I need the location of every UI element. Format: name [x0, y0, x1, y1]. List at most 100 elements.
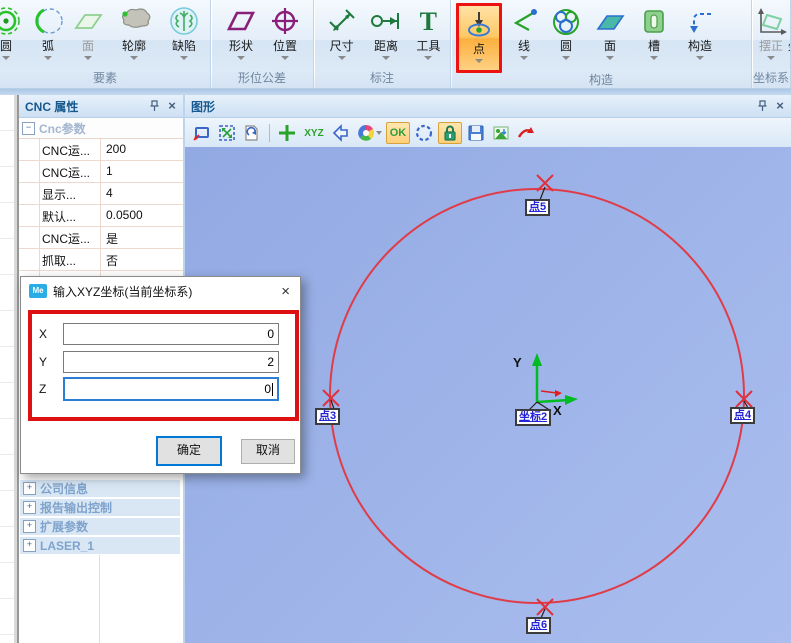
ribbon-button-defect[interactable]: 缺陷 [160, 3, 208, 69]
ribbon-button-slot[interactable]: 槽 [632, 3, 676, 69]
dialog-titlebar[interactable]: Me 输入XYZ坐标(当前坐标系) × [21, 277, 300, 305]
text-cursor [272, 383, 273, 396]
section-row[interactable]: + LASER_1 [20, 537, 180, 554]
scene-icon[interactable] [490, 122, 512, 144]
pin-icon[interactable] [757, 99, 769, 113]
property-row[interactable]: 默认... 0.0500 [19, 205, 183, 227]
section-row[interactable]: + 扩展参数 [20, 518, 180, 535]
x-input[interactable]: 0 [63, 323, 279, 345]
y-input[interactable]: 2 [63, 351, 279, 373]
ribbon-button-shape-tolerance[interactable]: 形状 [219, 3, 263, 69]
ribbon-button-circle[interactable]: 圆 [0, 3, 28, 69]
select-arrow-icon[interactable] [330, 122, 352, 144]
ribbon-button-label: 面 [82, 39, 94, 53]
property-row[interactable]: 抓取... 否 [19, 249, 183, 271]
toolbar-separator [269, 124, 270, 142]
ribbon-button-point[interactable]: 点 [459, 6, 499, 70]
y-field-label: Y [39, 355, 63, 369]
ribbon-button-label: 距离 [374, 39, 398, 53]
ribbon-group-annotation: 尺寸 距离 T 工具 标注 [314, 0, 451, 88]
circle-select-icon[interactable] [413, 122, 435, 144]
redo-icon[interactable] [515, 122, 537, 144]
cnc-empty-area [19, 555, 181, 643]
property-row[interactable]: 显示... 4 [19, 183, 183, 205]
ribbon-button-align[interactable]: 摆正 [754, 3, 788, 69]
ribbon-button-dimension[interactable]: 尺寸 [320, 3, 363, 69]
property-value[interactable]: 4 [101, 183, 183, 204]
property-row[interactable]: CNC运... 是 [19, 227, 183, 249]
cnc-panel-titlebar: CNC 属性 × [19, 95, 183, 118]
section-row[interactable]: + 报告输出控制 [20, 499, 180, 516]
zoom-window-icon[interactable] [191, 122, 213, 144]
property-value[interactable]: 否 [101, 249, 183, 270]
ribbon-button-label: 轮廓 [122, 39, 146, 53]
xyz-icon[interactable]: XYZ [301, 122, 327, 144]
ribbon-button-profile[interactable]: 轮廓 [108, 3, 160, 69]
property-value[interactable]: 是 [101, 227, 183, 248]
chevron-down-icon [237, 56, 245, 60]
column-divider [99, 555, 100, 643]
cnc-panel-title: CNC 属性 [25, 98, 149, 115]
chevron-down-icon [606, 56, 614, 60]
chevron-down-icon [382, 56, 390, 60]
ribbon-button-position-tolerance[interactable]: 位置 [263, 3, 307, 69]
property-value[interactable]: 1 [101, 161, 183, 182]
axis-y-label: Y [513, 355, 522, 370]
ribbon-button-label: 工具 [416, 39, 440, 53]
property-name: CNC运... [40, 227, 101, 248]
property-row[interactable]: CNC运... 200 [19, 139, 183, 161]
ribbon-button-label: 弧 [42, 39, 54, 53]
ribbon-group-gdt: 形状 位置 形位公差 [211, 0, 314, 88]
color-wheel-icon[interactable] [355, 122, 383, 144]
property-value[interactable]: 0.0500 [101, 205, 183, 226]
z-input[interactable]: 0 [63, 377, 279, 401]
cancel-button[interactable]: 取消 [241, 439, 295, 464]
point-label[interactable]: 点3 [315, 408, 340, 425]
ribbon-button-arc[interactable]: 弧 [28, 3, 68, 69]
ribbon-button-circle-construct[interactable]: 圆 [544, 3, 588, 69]
graphics-toolbar: XYZ OK [185, 118, 791, 149]
ribbon-button-tool[interactable]: T 工具 [409, 3, 448, 69]
expand-icon[interactable]: + [23, 539, 36, 552]
section-row[interactable]: + 公司信息 [20, 480, 180, 497]
collapse-icon[interactable]: − [22, 122, 35, 135]
property-value[interactable]: 200 [101, 139, 183, 160]
x-field-row: X 0 [39, 323, 279, 345]
point-label[interactable]: 点6 [526, 617, 551, 634]
ribbon-button-construct[interactable]: 构造 [676, 3, 724, 69]
ribbon-button-plane[interactable]: 面 [68, 3, 108, 69]
ok-button[interactable]: 确定 [156, 436, 222, 466]
ribbon-button-plane-construct[interactable]: 面 [588, 3, 632, 69]
point-label[interactable]: 点5 [525, 199, 550, 216]
ribbon-button-label: 圆 [560, 39, 572, 53]
chevron-down-icon [520, 56, 528, 60]
expand-icon[interactable]: + [23, 482, 36, 495]
point-icon [462, 8, 496, 42]
fit-view-icon[interactable] [216, 122, 238, 144]
csys-label[interactable]: 坐标2 [515, 409, 551, 426]
axis-x-label: X [553, 403, 562, 418]
ribbon-button-distance[interactable]: 距离 [363, 3, 408, 69]
expand-icon[interactable]: + [23, 520, 36, 533]
lock-icon[interactable] [438, 122, 462, 144]
chevron-down-icon [650, 56, 658, 60]
close-icon[interactable]: × [279, 284, 292, 299]
property-row[interactable]: CNC运... 1 [19, 161, 183, 183]
chevron-down-icon [562, 56, 570, 60]
close-icon[interactable]: × [773, 99, 787, 113]
ok-confirm-icon[interactable]: OK [386, 122, 410, 144]
close-icon[interactable]: × [165, 99, 179, 113]
crosshair-plus-icon[interactable] [276, 122, 298, 144]
graphics-panel-titlebar: 图形 × [185, 95, 791, 118]
ribbon-group-construct: 点 线 圆 面 [451, 0, 752, 88]
view-rotate-icon[interactable] [241, 122, 263, 144]
pin-icon[interactable] [149, 99, 161, 113]
chevron-down-icon [281, 56, 289, 60]
property-name: 默认... [40, 205, 101, 226]
save-icon[interactable] [465, 122, 487, 144]
expand-icon[interactable]: + [23, 501, 36, 514]
point-label[interactable]: 点4 [730, 407, 755, 424]
profile-icon [117, 5, 151, 39]
cnc-tree-root[interactable]: − Cnc参数 [19, 118, 183, 139]
ribbon-button-line[interactable]: 线 [504, 3, 544, 69]
